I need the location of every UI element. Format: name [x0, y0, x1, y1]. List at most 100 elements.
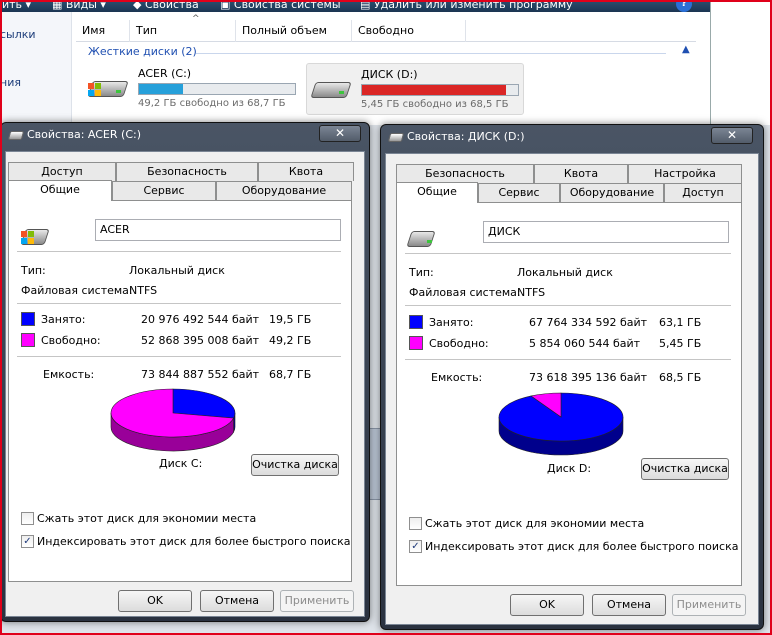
cancel-button[interactable]: Отмена	[592, 594, 666, 616]
used-label: Занято:	[429, 316, 474, 329]
used-color-swatch	[409, 315, 423, 329]
compress-checkbox[interactable]	[409, 517, 422, 530]
separator	[405, 305, 731, 306]
general-panel: ДИСК Тип: Локальный диск Файловая систем…	[396, 202, 742, 586]
general-panel: ACER Тип: Локальный диск Файловая систем…	[8, 200, 352, 582]
cancel-button[interactable]: Отмена	[200, 590, 274, 612]
hard-drive-icon	[406, 225, 447, 251]
collapse-chevron-icon[interactable]: ▲	[682, 44, 690, 55]
free-color-swatch	[409, 336, 423, 350]
tab-tools[interactable]: Сервис	[478, 183, 560, 202]
capacity-bytes: 73 618 395 136 байт	[529, 371, 648, 384]
background-window-edge	[710, 0, 772, 125]
index-checkbox[interactable]: ✓	[21, 535, 34, 548]
capacity-gb: 68,5 ГБ	[659, 371, 702, 384]
type-label: Тип:	[21, 264, 46, 277]
free-label: Свободно:	[41, 334, 101, 347]
close-icon: ✕	[334, 126, 346, 140]
used-bytes: 20 976 492 544 байт	[141, 313, 260, 326]
sidebar-item-links[interactable]: сылки	[0, 28, 36, 41]
tab-customize[interactable]: Настройка	[628, 164, 742, 183]
disk-usage-pie-chart	[110, 388, 236, 452]
tab-tools[interactable]: Сервис	[112, 181, 216, 200]
tab-general[interactable]: Общие	[396, 182, 478, 203]
group-divider	[196, 53, 666, 54]
dialog-c-title: Свойства: ACER (C:)	[7, 126, 141, 144]
disk-label: Диск C:	[159, 457, 203, 470]
properties-button[interactable]: ◆ Свойства	[133, 0, 199, 11]
disk-cleanup-button[interactable]: Очистка диска	[641, 458, 729, 480]
free-label: Свободно:	[429, 337, 489, 350]
tab-sharing[interactable]: Доступ	[664, 183, 742, 202]
index-checkbox[interactable]: ✓	[409, 540, 422, 553]
ok-button[interactable]: OK	[510, 594, 584, 616]
filesystem-value: NTFS	[129, 284, 158, 297]
compress-checkbox[interactable]	[21, 512, 34, 525]
column-name[interactable]: Имя	[76, 20, 130, 42]
help-icon[interactable]: ?	[676, 0, 692, 12]
views-button[interactable]: ▦ Виды ▾	[52, 0, 106, 11]
close-button[interactable]: ✕	[319, 125, 361, 142]
type-label: Тип:	[409, 266, 434, 279]
used-color-swatch	[21, 312, 35, 326]
tab-hardware[interactable]: Оборудование	[216, 181, 352, 200]
explorer-toolbar: ить ▾ ▦ Виды ▾ ◆ Свойства ▣ Свойства сис…	[0, 0, 710, 12]
drive-d-usage-fill	[362, 85, 506, 95]
tab-general[interactable]: Общие	[8, 180, 112, 201]
drive-tile-c[interactable]: ACER (C:) 49,2 ГБ свободно из 68,7 ГБ	[84, 63, 300, 115]
ok-button[interactable]: OK	[118, 590, 192, 612]
drive-tile-d[interactable]: ДИСК (D:) 5,45 ГБ свободно из 68,5 ГБ	[306, 63, 524, 115]
capacity-bytes: 73 844 887 552 байт	[141, 368, 260, 381]
disk-cleanup-button[interactable]: Очистка диска	[251, 454, 339, 476]
explorer-window: ить ▾ ▦ Виды ▾ ◆ Свойства ▣ Свойства сис…	[0, 0, 710, 125]
filesystem-label: Файловая система:	[409, 286, 521, 299]
drive-name-input[interactable]: ДИСК	[483, 221, 729, 243]
tab-hardware[interactable]: Оборудование	[560, 183, 664, 202]
separator	[17, 251, 341, 252]
drive-title-icon	[7, 130, 25, 140]
column-type[interactable]: Тип	[130, 20, 236, 42]
index-label: Индексировать этот диск для более быстро…	[37, 535, 351, 548]
disk-usage-pie-chart	[498, 392, 624, 456]
column-total-size[interactable]: Полный объем	[236, 20, 352, 42]
system-properties-button[interactable]: ▣ Свойства системы	[220, 0, 341, 11]
close-button[interactable]: ✕	[711, 127, 753, 144]
explorer-sidebar: сылки ния	[0, 12, 72, 125]
capacity-gb: 68,7 ГБ	[269, 368, 312, 381]
drive-name-input[interactable]: ACER	[95, 219, 341, 241]
drive-title-icon	[387, 132, 405, 142]
tab-security[interactable]: Безопасность	[396, 164, 534, 183]
apply-button[interactable]: Применить	[672, 594, 746, 616]
free-bytes: 5 854 060 544 байт	[529, 337, 641, 350]
free-bytes: 52 868 395 008 байт	[141, 334, 260, 347]
capacity-label: Емкость:	[43, 368, 95, 381]
separator	[405, 253, 731, 254]
system-properties-label: Свойства системы	[233, 0, 341, 11]
drive-d-name: ДИСК (D:)	[361, 68, 418, 81]
type-value: Локальный диск	[129, 264, 225, 277]
filesystem-value: NTFS	[517, 286, 546, 299]
used-gb: 63,1 ГБ	[659, 316, 702, 329]
windows-drive-icon	[20, 223, 61, 249]
dialog-d-title: Свойства: ДИСК (D:)	[387, 128, 525, 146]
free-gb: 5,45 ГБ	[659, 337, 702, 350]
tab-quota[interactable]: Квота	[534, 164, 628, 183]
tab-security[interactable]: Безопасность	[116, 162, 258, 181]
sidebar-item-fragment[interactable]: ния	[0, 76, 21, 89]
used-bytes: 67 764 334 592 байт	[529, 316, 648, 329]
uninstall-button[interactable]: ▤ Удалить или изменить программу	[360, 0, 573, 11]
separator	[17, 356, 341, 357]
column-free[interactable]: Свободно	[352, 20, 466, 42]
type-value: Локальный диск	[517, 266, 613, 279]
drive-c-usage-bar	[138, 83, 296, 95]
compress-label: Сжать этот диск для экономии места	[37, 512, 257, 525]
tab-quota[interactable]: Квота	[258, 162, 354, 181]
separator	[405, 359, 731, 360]
separator	[17, 303, 341, 304]
apply-button[interactable]: Применить	[280, 590, 354, 612]
tab-sharing[interactable]: Доступ	[8, 162, 116, 181]
drive-c-info: 49,2 ГБ свободно из 68,7 ГБ	[138, 98, 286, 109]
drive-c-name: ACER (C:)	[138, 67, 192, 80]
group-header-hard-drives[interactable]: Жесткие диски (2)	[88, 45, 197, 58]
drive-c-usage-fill	[139, 84, 183, 94]
